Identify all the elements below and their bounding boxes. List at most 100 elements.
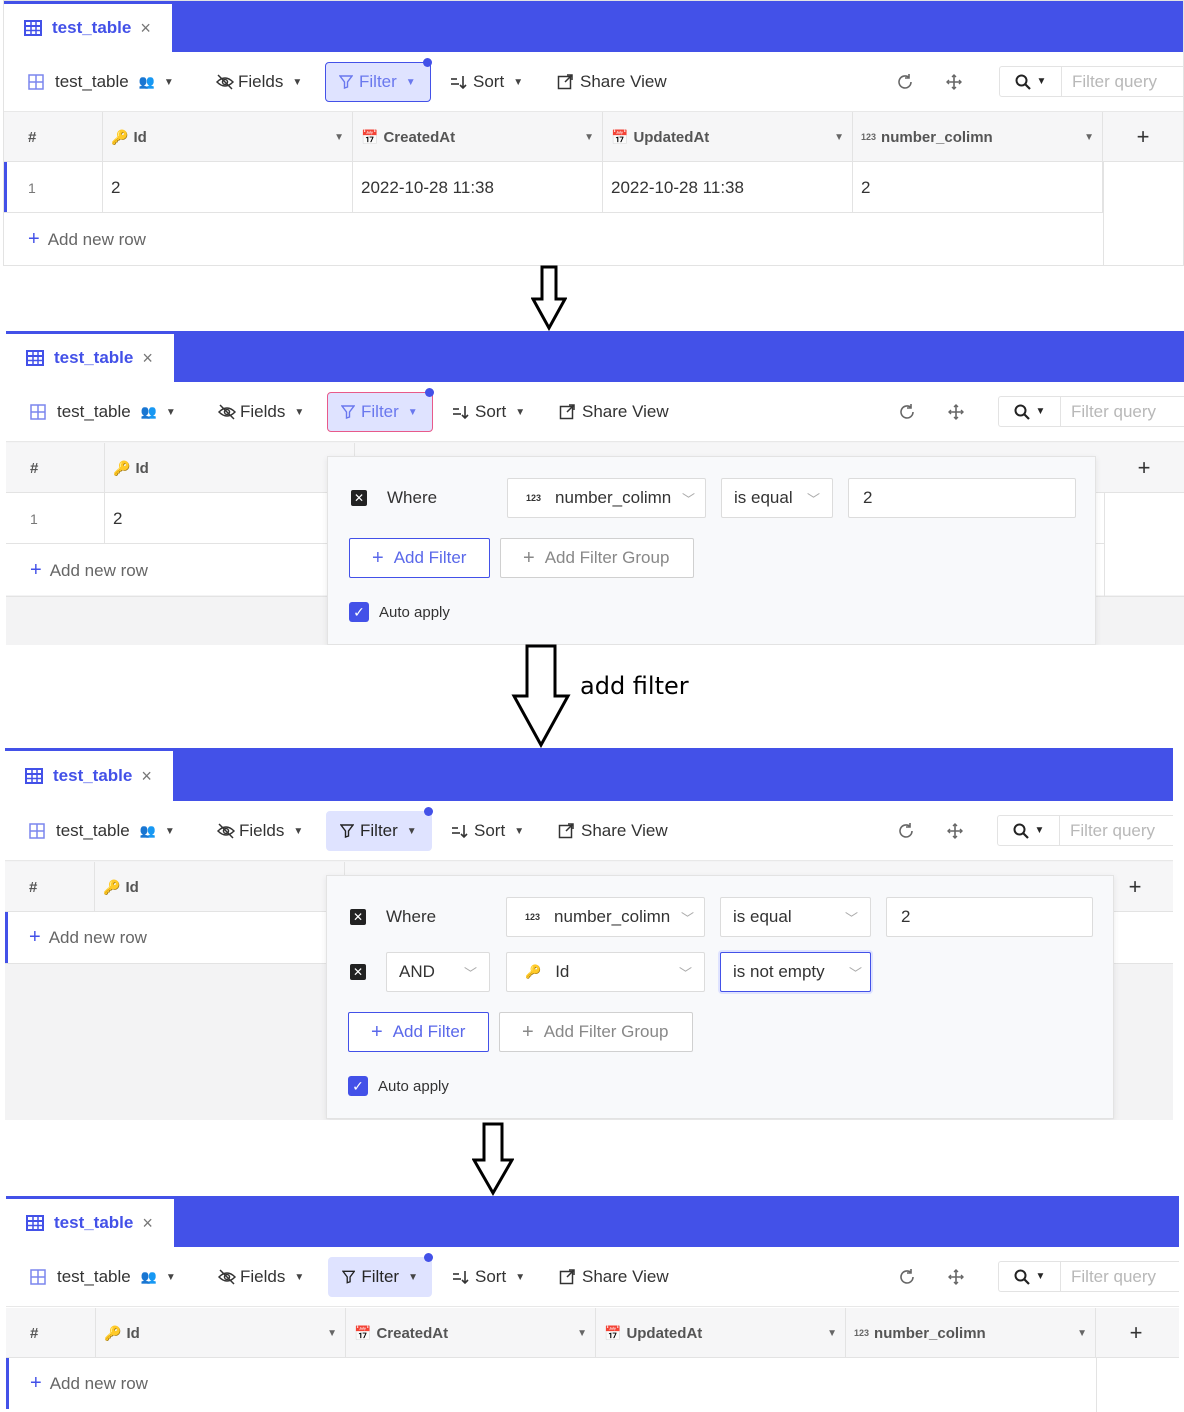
chevron-down-icon: ▼ (1036, 76, 1047, 87)
column-header-updatedat[interactable]: 📅 UpdatedAt ▼ (596, 1308, 846, 1358)
filter-operator-select[interactable]: is not empty ﹀ (720, 952, 871, 992)
filter-button[interactable]: Filter ▼ (327, 388, 434, 432)
filter-field-select[interactable]: 123 number_colimn ﹀ (507, 478, 706, 518)
column-header-id[interactable]: 🔑 Id ▼ (96, 1308, 346, 1358)
close-icon[interactable]: × (142, 1214, 153, 1232)
chevron-down-icon: ﹀ (844, 910, 858, 926)
tab-test-table[interactable]: test_table × (6, 334, 174, 382)
key-icon: 🔑 (111, 128, 129, 145)
search-input[interactable]: Filter query (1070, 821, 1155, 841)
filter-field-select[interactable]: 123 number_colimn ﹀ (506, 897, 705, 937)
share-view-button[interactable]: Share View (558, 811, 668, 851)
chevron-down-icon: ▼ (293, 825, 304, 837)
column-header-id[interactable]: 🔑 Id ▼ (103, 112, 353, 162)
sort-button[interactable]: Sort ▼ (451, 811, 524, 851)
filter-icon (339, 75, 353, 89)
remove-filter-icon[interactable]: ✕ (350, 909, 366, 925)
flow-arrow (531, 265, 567, 331)
tab-test-table[interactable]: test_table × (4, 4, 172, 52)
column-header-number-colimn[interactable]: 123 number_colimn ▼ (846, 1308, 1096, 1358)
search-field-selector[interactable]: ▼ (1000, 67, 1062, 96)
add-new-row[interactable]: + Add new row (29, 912, 147, 963)
search-field-selector[interactable]: ▼ (999, 397, 1061, 426)
share-view-button[interactable]: Share View (559, 1257, 669, 1297)
add-new-row[interactable]: + Add new row (28, 214, 146, 265)
chevron-down-icon: ﹀ (848, 965, 862, 981)
filter-operator-select[interactable]: is equal ﹀ (721, 478, 833, 518)
expand-icon[interactable] (948, 1257, 964, 1297)
search-input[interactable]: Filter query (1071, 402, 1156, 422)
column-header-createdat[interactable]: 📅 CreatedAt ▼ (346, 1308, 596, 1358)
share-view-button[interactable]: Share View (559, 392, 669, 432)
add-new-row[interactable]: + Add new row (30, 1358, 148, 1409)
column-header-id[interactable]: 🔑 Id (105, 443, 355, 493)
search-input[interactable]: Filter query (1072, 72, 1157, 92)
add-filter-group-button[interactable]: + Add Filter Group (499, 1012, 693, 1052)
cell-number-colimn[interactable]: 2 (853, 162, 1103, 213)
table-row[interactable]: 1 2 2022-10-28 11:38 2022-10-28 11:38 2 (4, 162, 1103, 213)
view-selector[interactable]: test_table 👥 ▼ (28, 62, 174, 102)
add-filter-button[interactable]: + Add Filter (348, 1012, 489, 1052)
filter-button[interactable]: Filter ▼ (328, 1253, 433, 1297)
search-input[interactable]: Filter query (1071, 1267, 1156, 1287)
fields-button[interactable]: Fields ▼ (218, 392, 304, 432)
chevron-down-icon: ▼ (334, 131, 344, 143)
reload-icon[interactable] (897, 811, 915, 851)
expand-icon[interactable] (947, 811, 963, 851)
view-selector[interactable]: test_table 👥 ▼ (30, 1257, 176, 1297)
search-box[interactable]: ▼ Filter query (998, 1261, 1179, 1292)
search-icon (1013, 823, 1029, 839)
column-header-updatedat[interactable]: 📅 UpdatedAt ▼ (603, 112, 853, 162)
add-filter-group-button[interactable]: + Add Filter Group (500, 538, 694, 578)
filter-value-input[interactable]: 2 (848, 478, 1076, 518)
add-column-button[interactable]: + (1103, 112, 1183, 162)
column-header-createdat[interactable]: 📅 CreatedAt ▼ (353, 112, 603, 162)
reload-icon[interactable] (898, 1257, 916, 1297)
filter-value-input[interactable]: 2 (886, 897, 1093, 937)
search-field-selector[interactable]: ▼ (998, 816, 1060, 845)
add-column-button[interactable]: + (1096, 1308, 1176, 1358)
expand-icon[interactable] (948, 392, 964, 432)
remove-filter-icon[interactable]: ✕ (351, 490, 367, 506)
cell-id[interactable]: 2 (103, 162, 353, 213)
cell-id[interactable]: 2 (105, 493, 355, 544)
fields-button[interactable]: Fields ▼ (218, 1257, 304, 1297)
cell-updatedat[interactable]: 2022-10-28 11:38 (603, 162, 853, 213)
fields-button[interactable]: Fields ▼ (216, 62, 302, 102)
sort-button[interactable]: Sort ▼ (452, 1257, 525, 1297)
close-icon[interactable]: × (141, 767, 152, 785)
sort-button[interactable]: Sort ▼ (452, 392, 525, 432)
sort-button[interactable]: Sort ▼ (450, 62, 523, 102)
reload-icon[interactable] (898, 392, 916, 432)
checkbox-checked-icon[interactable]: ✓ (348, 1076, 368, 1096)
column-header-number-colimn[interactable]: 123 number_colimn ▼ (853, 112, 1103, 162)
filter-operator-select[interactable]: is equal ﹀ (720, 897, 871, 937)
tab-test-table[interactable]: test_table × (5, 751, 173, 801)
add-new-row[interactable]: + Add new row (30, 545, 148, 596)
remove-filter-icon[interactable]: ✕ (350, 964, 366, 980)
tab-test-table[interactable]: test_table × (6, 1199, 174, 1247)
filter-logic-select[interactable]: AND ﹀ (386, 952, 490, 992)
add-column-button[interactable]: + (1104, 443, 1184, 493)
expand-icon[interactable] (946, 62, 962, 102)
checkbox-checked-icon[interactable]: ✓ (349, 602, 369, 622)
number-icon: 123 (525, 912, 541, 922)
add-filter-button[interactable]: + Add Filter (349, 538, 490, 578)
filter-button[interactable]: Filter ▼ (325, 58, 432, 102)
share-view-button[interactable]: Share View (557, 62, 667, 102)
filter-button[interactable]: Filter ▼ (326, 807, 433, 851)
view-selector[interactable]: test_table 👥 ▼ (30, 392, 176, 432)
column-header-id[interactable]: 🔑 Id (95, 862, 345, 912)
view-selector[interactable]: test_table 👥 ▼ (29, 811, 175, 851)
reload-icon[interactable] (896, 62, 914, 102)
cell-createdat[interactable]: 2022-10-28 11:38 (353, 162, 603, 213)
search-field-selector[interactable]: ▼ (999, 1262, 1061, 1291)
search-box[interactable]: ▼ Filter query (999, 66, 1183, 97)
filter-icon (341, 405, 355, 419)
filter-field-select[interactable]: 🔑 Id ﹀ (506, 952, 705, 992)
search-box[interactable]: ▼ Filter query (997, 815, 1173, 846)
fields-button[interactable]: Fields ▼ (217, 811, 303, 851)
close-icon[interactable]: × (140, 19, 151, 37)
search-box[interactable]: ▼ Filter query (998, 396, 1184, 427)
close-icon[interactable]: × (142, 349, 153, 367)
